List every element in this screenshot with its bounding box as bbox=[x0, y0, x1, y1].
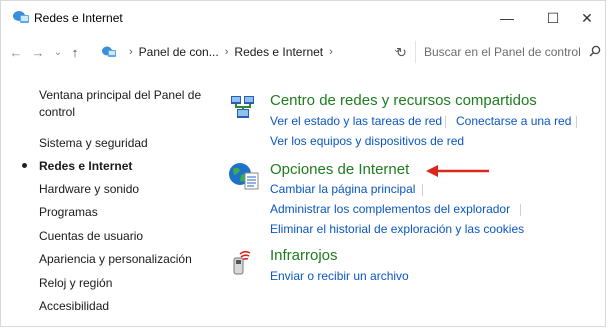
network-center-icon bbox=[231, 96, 254, 118]
search-placeholder: Buscar en el Panel de control bbox=[424, 45, 581, 59]
link-divider bbox=[576, 116, 577, 128]
link-connect-to-network[interactable]: Conectarse a una red bbox=[456, 114, 571, 128]
link-view-network-devices[interactable]: Ver los equipos y dispositivos de red bbox=[270, 134, 464, 148]
breadcrumb-current[interactable]: Redes e Internet bbox=[234, 45, 323, 59]
category-title-network-center[interactable]: Centro de redes y recursos compartidos bbox=[270, 92, 537, 109]
category-title-internet-options[interactable]: Opciones de Internet bbox=[270, 161, 409, 178]
sidebar-item-clock-region[interactable]: Reloj y región bbox=[39, 275, 112, 292]
minimize-button[interactable]: — bbox=[484, 1, 530, 35]
link-divider bbox=[445, 116, 446, 128]
breadcrumb-separator: › bbox=[224, 46, 229, 58]
breadcrumb-separator: › bbox=[329, 46, 333, 58]
annotation-arrow-icon bbox=[426, 165, 489, 177]
search-input[interactable]: Buscar en el Panel de control bbox=[415, 41, 605, 63]
link-change-home-page[interactable]: Cambiar la página principal bbox=[270, 182, 415, 196]
search-icon[interactable] bbox=[589, 45, 601, 57]
sidebar-item-system-security[interactable]: Sistema y seguridad bbox=[39, 135, 148, 152]
sidebar-item-user-accounts[interactable]: Cuentas de usuario bbox=[39, 228, 143, 245]
sidebar-item-appearance[interactable]: Apariencia y personalización bbox=[39, 251, 192, 268]
breadcrumb-separator: › bbox=[129, 46, 133, 58]
link-send-receive-file[interactable]: Enviar o recibir un archivo bbox=[270, 269, 409, 283]
network-folder-icon bbox=[13, 11, 29, 23]
navigation-bar: ← → ⌄ ↑ › Panel de con... › Redes e Inte… bbox=[1, 37, 607, 67]
window-title: Redes e Internet bbox=[34, 11, 123, 25]
infrared-icon bbox=[233, 250, 251, 275]
sidebar-item-label: Ventana principal del Panel de bbox=[39, 88, 202, 102]
link-delete-browsing-history[interactable]: Eliminar el historial de exploración y l… bbox=[270, 222, 524, 236]
network-folder-icon bbox=[102, 46, 116, 57]
sidebar-item-programs[interactable]: Programas bbox=[39, 204, 98, 221]
sidebar-item-network-internet[interactable]: Redes e Internet bbox=[39, 158, 132, 175]
active-bullet-icon bbox=[22, 163, 27, 168]
forward-button[interactable]: → bbox=[29, 42, 47, 62]
link-manage-addons[interactable]: Administrar los complementos del explora… bbox=[270, 202, 510, 216]
title-bar[interactable]: Redes e Internet — ☐ ✕ bbox=[1, 1, 607, 35]
link-view-network-status[interactable]: Ver el estado y las tareas de red bbox=[270, 114, 442, 128]
internet-options-icon bbox=[229, 163, 259, 190]
sidebar-item-hardware-sound[interactable]: Hardware y sonido bbox=[39, 181, 139, 198]
refresh-icon[interactable]: ↻ bbox=[396, 45, 407, 61]
address-bar[interactable]: › Panel de con... › Redes e Internet › ⌄ bbox=[101, 41, 413, 63]
breadcrumb-panel[interactable]: Panel de con... bbox=[139, 45, 219, 59]
sidebar-item-home[interactable]: Ventana principal del Panel de control bbox=[39, 87, 201, 121]
recent-locations-button[interactable]: ⌄ bbox=[51, 42, 65, 62]
sidebar-item-label: control bbox=[39, 105, 76, 119]
link-divider bbox=[520, 204, 521, 216]
back-button[interactable]: ← bbox=[7, 42, 25, 62]
link-divider bbox=[422, 184, 423, 196]
close-button[interactable]: ✕ bbox=[564, 1, 608, 35]
sidebar-item-accessibility[interactable]: Accesibilidad bbox=[39, 298, 109, 315]
up-button[interactable]: ↑ bbox=[67, 42, 83, 62]
category-title-infrared[interactable]: Infrarrojos bbox=[270, 247, 338, 264]
control-panel-window: Redes e Internet — ☐ ✕ ← → ⌄ ↑ › Panel d… bbox=[0, 0, 606, 327]
